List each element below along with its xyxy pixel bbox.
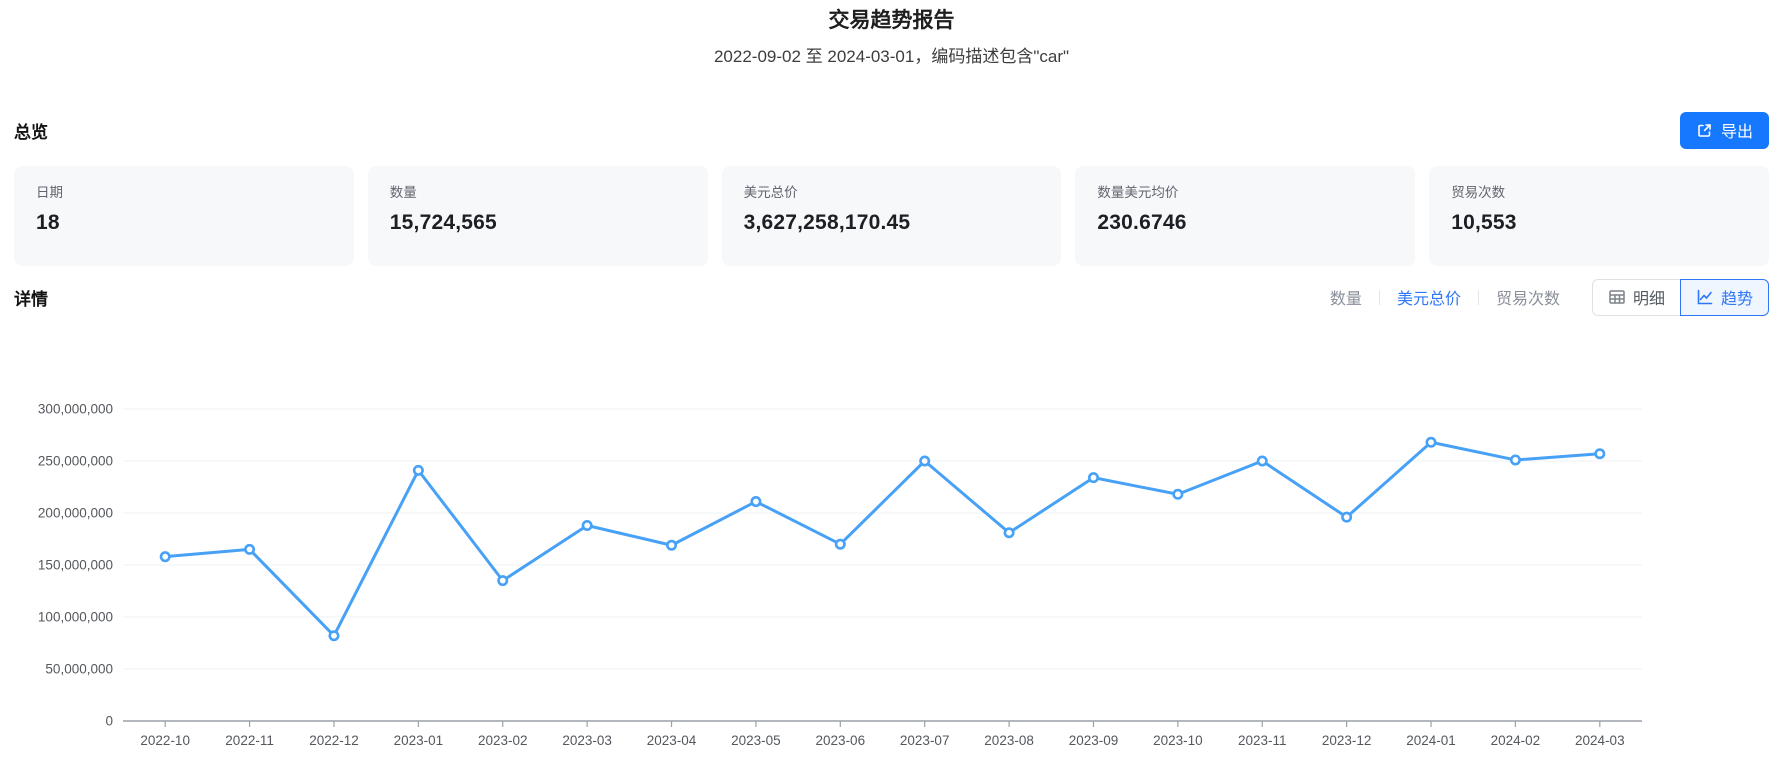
stat-card-date: 日期 18 [14, 166, 354, 266]
y-axis-label: 250,000,000 [38, 454, 113, 469]
data-point[interactable] [1174, 490, 1182, 498]
report-header: 交易趋势报告 2022-09-02 至 2024-03-01，编码描述包含"ca… [0, 0, 1783, 68]
overview-section-title: 总览 [14, 118, 48, 143]
y-axis-label: 150,000,000 [38, 558, 113, 573]
y-axis-label: 100,000,000 [38, 610, 113, 625]
y-axis-label: 50,000,000 [45, 662, 113, 677]
data-point[interactable] [1427, 438, 1435, 446]
stat-label: 数量美元均价 [1097, 184, 1393, 202]
report-page: 交易趋势报告 2022-09-02 至 2024-03-01，编码描述包含"ca… [0, 0, 1783, 765]
data-point[interactable] [1089, 473, 1097, 481]
data-point[interactable] [920, 457, 928, 465]
trend-chart[interactable]: 0 50,000,000 100,000,000 150,000,000 200,000… [0, 338, 1783, 768]
trend-chart-container: 0 50,000,000 100,000,000 150,000,000 200,000… [0, 338, 1783, 768]
data-point[interactable] [245, 545, 253, 553]
x-axis-label: 2022-11 [225, 733, 274, 748]
x-axis-label: 2024-03 [1575, 733, 1625, 748]
x-axis-label: 2023-03 [562, 733, 612, 748]
detail-section-title: 详情 [14, 285, 48, 310]
stat-label: 日期 [36, 184, 332, 202]
data-point[interactable] [330, 632, 338, 640]
data-point[interactable] [752, 497, 760, 505]
external-link-icon [1696, 122, 1713, 139]
x-axis-label: 2023-12 [1322, 733, 1372, 748]
stat-label: 数量 [390, 184, 686, 202]
detail-view-button[interactable]: 明细 [1592, 279, 1680, 316]
data-point[interactable] [1342, 513, 1350, 521]
view-toggle-group: 明细 趋势 [1592, 279, 1769, 316]
overview-cards: 日期 18 数量 15,724,565 美元总价 3,627,258,170.4… [14, 166, 1769, 266]
data-point[interactable] [414, 466, 422, 474]
stat-card-avg-usd-price: 数量美元均价 230.6746 [1075, 166, 1415, 266]
detail-header-row: 详情 数量 美元总价 贸易次数 明细 [0, 278, 1783, 316]
data-point[interactable] [161, 552, 169, 560]
x-axis-label: 2022-12 [309, 733, 359, 748]
x-axis-label: 2023-10 [1153, 733, 1203, 748]
x-axis-label: 2023-07 [900, 733, 950, 748]
stat-value: 18 [36, 211, 332, 235]
data-point[interactable] [1596, 450, 1604, 458]
x-axis-label: 2023-11 [1238, 733, 1287, 748]
x-axis-label: 2023-09 [1069, 733, 1119, 748]
table-icon [1608, 288, 1626, 306]
x-axis-label: 2023-06 [816, 733, 866, 748]
x-axis-label: 2023-08 [984, 733, 1034, 748]
data-point[interactable] [836, 540, 844, 548]
stat-value: 10,553 [1451, 211, 1747, 235]
x-axis-label: 2024-01 [1406, 733, 1456, 748]
x-axis-label: 2023-02 [478, 733, 528, 748]
stat-value: 15,724,565 [390, 211, 686, 235]
data-point[interactable] [1258, 457, 1266, 465]
tab-trade-count[interactable]: 贸易次数 [1494, 285, 1562, 309]
data-point[interactable] [499, 576, 507, 584]
overview-header-row: 总览 导出 [0, 108, 1783, 152]
y-axis-label: 0 [105, 714, 113, 729]
page-title: 交易趋势报告 [0, 8, 1783, 34]
data-point[interactable] [667, 541, 675, 549]
stat-label: 贸易次数 [1451, 184, 1747, 202]
x-axis-label: 2023-05 [731, 733, 781, 748]
tab-divider [1379, 290, 1380, 305]
detail-view-label: 明细 [1633, 285, 1665, 309]
export-button-label: 导出 [1721, 118, 1753, 142]
y-axis-label: 200,000,000 [38, 506, 113, 521]
tab-quantity[interactable]: 数量 [1328, 285, 1364, 309]
trend-line [165, 442, 1600, 635]
x-axis-label: 2024-02 [1491, 733, 1541, 748]
stat-card-trade-count: 贸易次数 10,553 [1429, 166, 1769, 266]
page-subtitle: 2022-09-02 至 2024-03-01，编码描述包含"car" [0, 46, 1783, 68]
stat-label: 美元总价 [744, 184, 1040, 202]
stat-card-quantity: 数量 15,724,565 [368, 166, 708, 266]
export-button[interactable]: 导出 [1680, 112, 1769, 149]
x-axis-label: 2022-10 [140, 733, 190, 748]
data-point[interactable] [1005, 529, 1013, 537]
detail-controls: 数量 美元总价 贸易次数 明细 [1328, 279, 1769, 316]
x-axis-label: 2023-04 [647, 733, 697, 748]
y-axis-label: 300,000,000 [38, 402, 113, 417]
tab-usd-total[interactable]: 美元总价 [1395, 285, 1463, 309]
trend-icon [1696, 288, 1714, 306]
trend-view-label: 趋势 [1721, 285, 1753, 309]
data-point[interactable] [583, 521, 591, 529]
data-point[interactable] [1511, 456, 1519, 464]
trend-view-button[interactable]: 趋势 [1680, 279, 1769, 316]
x-axis-label: 2023-01 [394, 733, 444, 748]
stat-value: 3,627,258,170.45 [744, 211, 1040, 235]
tab-divider [1478, 290, 1479, 305]
stat-card-usd-total: 美元总价 3,627,258,170.45 [722, 166, 1062, 266]
metric-tabs: 数量 美元总价 贸易次数 [1328, 285, 1562, 309]
stat-value: 230.6746 [1097, 211, 1393, 235]
